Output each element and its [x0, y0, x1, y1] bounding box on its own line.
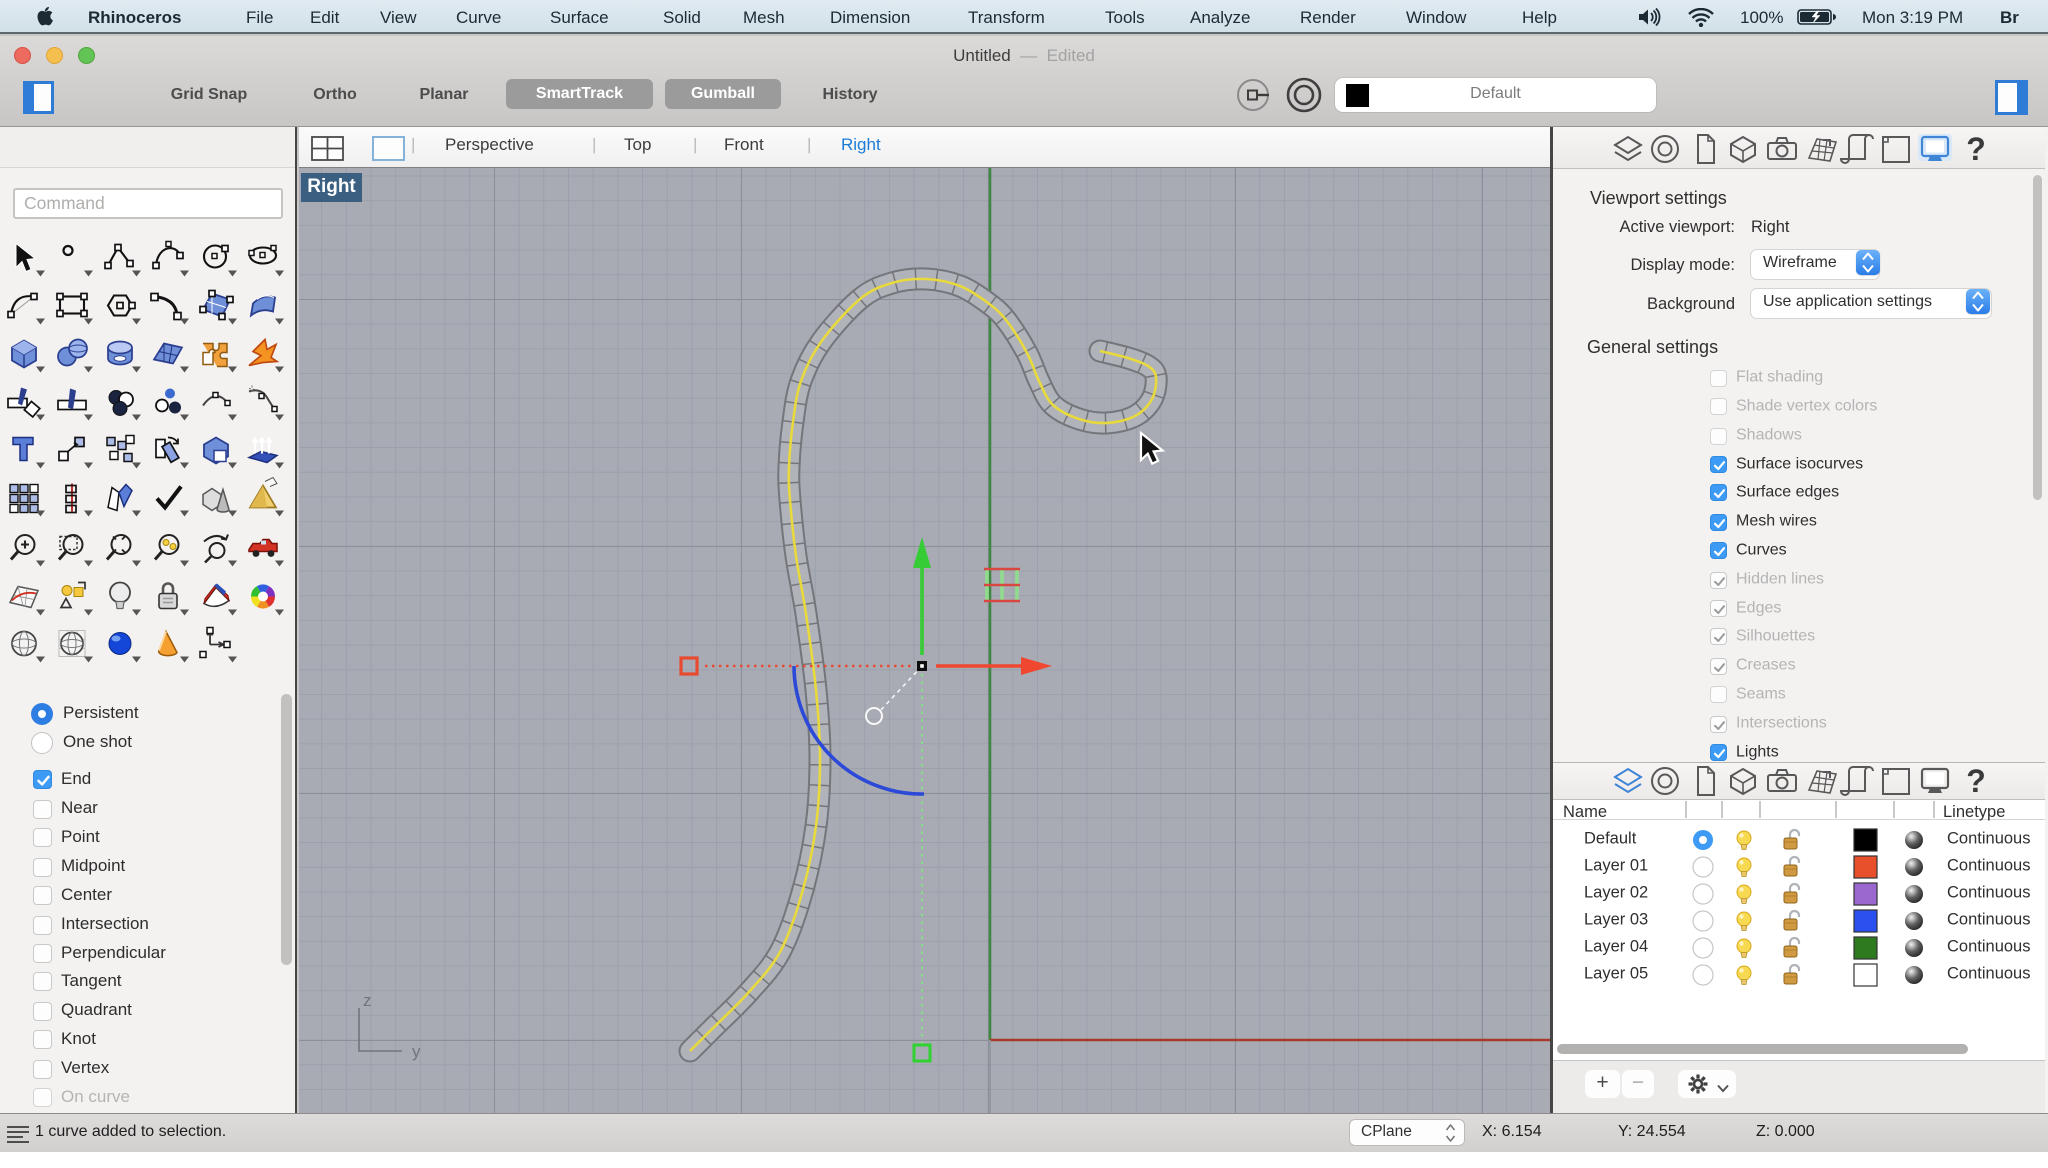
svg-text:y: y: [412, 1042, 421, 1061]
svg-text:z: z: [363, 991, 372, 1010]
